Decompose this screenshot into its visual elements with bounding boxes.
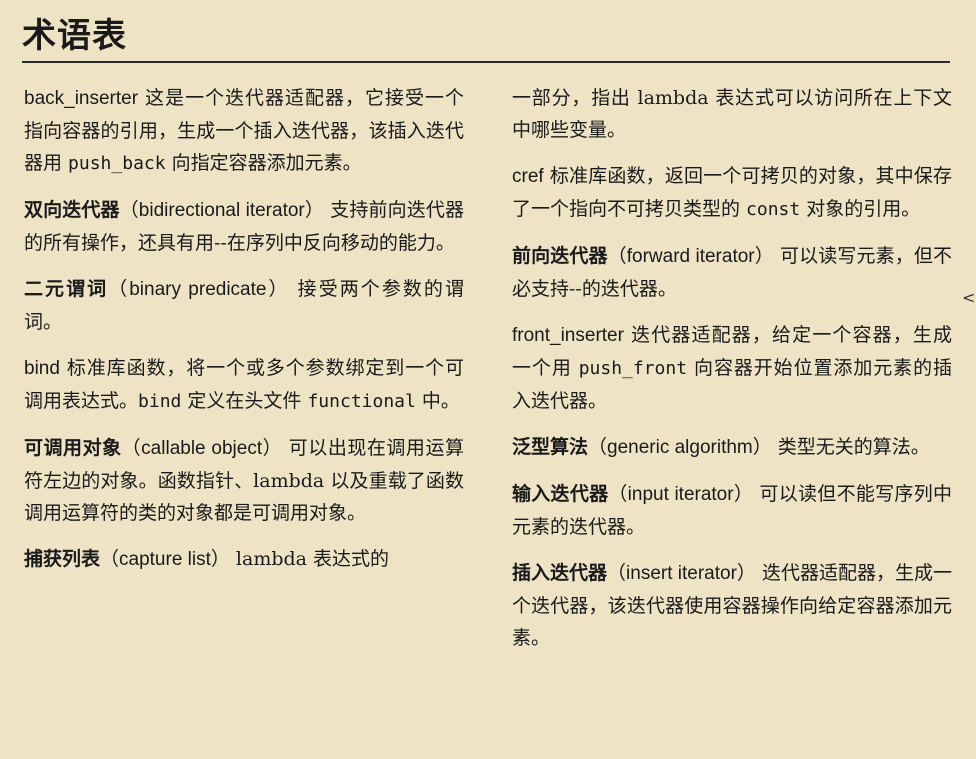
term: cref — [512, 166, 544, 187]
definition: 向指定容器添加元素。 — [165, 152, 362, 174]
term-en: （binary predicate） — [108, 279, 290, 300]
term: back_inserter — [24, 88, 139, 109]
term-en: （input iterator） — [608, 484, 754, 505]
term-zh: 二元谓词 — [24, 278, 109, 300]
code: const — [746, 199, 801, 220]
entry-cref: cref 标准库函数，返回一个可拷贝的对象，其中保存了一个指向不可拷贝类型的 c… — [512, 160, 952, 226]
entry-back-inserter: back_inserter 这是一个迭代器适配器，它接受一个指向容器的引用，生成… — [24, 82, 464, 180]
term-en: （callable object） — [121, 438, 283, 459]
definition: 类型无关的算法。 — [771, 436, 930, 458]
term-zh: 双向迭代器 — [24, 199, 120, 221]
definition: lambda 表达式的 — [229, 548, 390, 570]
term-zh: 捕获列表 — [24, 548, 101, 570]
entry-binary-predicate: 二元谓词（binary predicate） 接受两个参数的谓词。 — [24, 273, 464, 338]
margin-marker-icon: < — [962, 288, 976, 307]
term-zh: 泛型算法 — [512, 436, 589, 458]
code: push_front — [578, 358, 688, 379]
entry-insert-iterator: 插入迭代器（insert iterator） 迭代器适配器，生成一个迭代器，该迭… — [512, 557, 952, 654]
entry-bind: bind 标准库函数，将一个或多个参数绑定到一个可调用表达式。bind 定义在头… — [24, 352, 464, 418]
term-en: （bidirectional iterator） — [119, 200, 325, 221]
left-column: back_inserter 这是一个迭代器适配器，它接受一个指向容器的引用，生成… — [24, 82, 464, 590]
definition: 定义在头文件 — [181, 390, 308, 412]
term-en: （capture list） — [100, 549, 230, 570]
term-en: （generic algorithm） — [588, 437, 772, 458]
term: front_inserter — [512, 325, 624, 346]
term-en: （insert iterator） — [607, 563, 756, 584]
term: bind — [24, 358, 60, 379]
term-en: （forward iterator） — [607, 246, 774, 267]
term-zh: 输入迭代器 — [512, 483, 609, 505]
right-column: 一部分，指出 lambda 表达式可以访问所在上下文中哪些变量。 cref 标准… — [512, 82, 952, 668]
code: bind — [138, 391, 182, 412]
term-zh: 前向迭代器 — [512, 245, 608, 267]
entry-capture-list: 捕获列表（capture list） lambda 表达式的 — [24, 543, 464, 576]
definition: 对象的引用。 — [800, 198, 921, 220]
entry-bidirectional-iterator: 双向迭代器（bidirectional iterator） 支持前向迭代器的所有… — [24, 194, 464, 259]
entry-generic-algorithm: 泛型算法（generic algorithm） 类型无关的算法。 — [512, 431, 952, 464]
entry-forward-iterator: 前向迭代器（forward iterator） 可以读写元素，但不必支持--的迭… — [512, 240, 952, 305]
definition: 一部分，指出 lambda 表达式可以访问所在上下文中哪些变量。 — [512, 87, 952, 141]
title-rule — [22, 61, 950, 63]
term-zh: 可调用对象 — [24, 437, 122, 459]
definition: 中。 — [415, 390, 460, 412]
term-zh: 插入迭代器 — [512, 562, 608, 584]
entry-capture-list-continued: 一部分，指出 lambda 表达式可以访问所在上下文中哪些变量。 — [512, 82, 952, 146]
page-title: 术语表 — [22, 16, 127, 56]
entry-front-inserter: front_inserter 迭代器适配器，给定一个容器，生成一个用 push_… — [512, 319, 952, 417]
code: push_back — [68, 153, 166, 174]
glossary-page: 术语表 back_inserter 这是一个迭代器适配器，它接受一个指向容器的引… — [0, 0, 976, 759]
entry-callable-object: 可调用对象（callable object） 可以出现在调用运算符左边的对象。函… — [24, 432, 464, 529]
entry-input-iterator: 输入迭代器（input iterator） 可以读但不能写序列中元素的迭代器。 — [512, 478, 952, 543]
code: functional — [307, 391, 416, 412]
